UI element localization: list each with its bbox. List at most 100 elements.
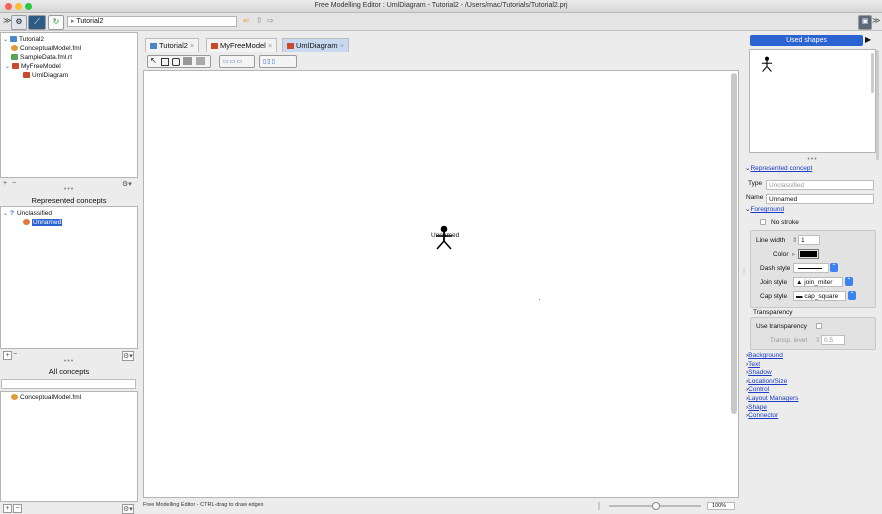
cap-style-field[interactable]: ▬ cap_square: [793, 291, 846, 301]
color-chevron-icon[interactable]: ▸: [792, 250, 795, 258]
tree-item-umldiagram[interactable]: UmlDiagram: [23, 71, 68, 80]
diagram-canvas[interactable]: Unnamed: [143, 70, 739, 498]
color-swatch[interactable]: [798, 249, 819, 259]
zoom-slider-thumb[interactable]: [652, 502, 660, 510]
section-link[interactable]: Connector: [748, 412, 778, 419]
join-style-dropdown[interactable]: ⌃: [845, 277, 853, 286]
transp-level-field[interactable]: 0.5: [821, 335, 845, 345]
section-link[interactable]: Location/Size: [748, 378, 787, 385]
model-icon: [11, 45, 18, 51]
used-shapes-header[interactable]: Used shapes: [750, 35, 863, 46]
up-arrow-icon[interactable]: ⇧: [256, 16, 263, 25]
undo-icon[interactable]: ⇐: [243, 16, 250, 25]
canvas-scrollbar[interactable]: [731, 73, 737, 414]
chevron-down-icon[interactable]: ⌄: [3, 36, 10, 45]
tab-umldiagram[interactable]: UmlDiagram ×: [282, 38, 350, 52]
chevron-down-icon[interactable]: ⌄: [5, 63, 12, 72]
chevron-down-icon[interactable]: ⌄: [3, 210, 10, 219]
section-link[interactable]: Shape: [748, 404, 767, 411]
resize-handle[interactable]: •••: [0, 358, 138, 365]
play-icon[interactable]: ▶: [865, 35, 871, 44]
section-link[interactable]: Text: [748, 361, 760, 368]
close-tab-icon[interactable]: ×: [190, 41, 194, 50]
all-concepts-item[interactable]: ConceptualModel.fml: [11, 393, 81, 402]
concept-group[interactable]: ⌄? Unclassified: [3, 209, 52, 218]
free-model-icon: [211, 43, 218, 49]
join-style-field[interactable]: ▲ join_miter: [793, 277, 843, 287]
forward-arrow-icon[interactable]: ⇨: [267, 16, 274, 25]
section-link[interactable]: Shadow: [748, 369, 772, 376]
transp-level-stepper[interactable]: ⇕: [815, 336, 820, 344]
zoom-field[interactable]: 100%: [707, 502, 735, 510]
section-background[interactable]: ›Background: [746, 352, 798, 361]
represented-concept-link[interactable]: Represented concept: [750, 165, 812, 172]
section-layout-managers[interactable]: ›Layout Managers: [746, 395, 798, 404]
add-icon[interactable]: +: [3, 504, 12, 513]
section-link[interactable]: Control: [748, 386, 769, 393]
section-link[interactable]: Background: [748, 352, 783, 359]
resize-handle[interactable]: •••: [749, 156, 876, 163]
tree-item-conceptual-model[interactable]: ConceptualModel.fml: [11, 44, 81, 53]
dash-style-field[interactable]: [793, 263, 829, 273]
close-tab-icon[interactable]: ×: [340, 41, 344, 50]
cap-style-dropdown[interactable]: ⌃: [848, 291, 856, 300]
no-stroke-checkbox[interactable]: [760, 219, 766, 225]
resize-handle[interactable]: •••: [0, 186, 138, 193]
represented-concepts-title: Represented concepts: [31, 196, 107, 205]
shape-tool-icon[interactable]: [183, 57, 192, 65]
tree-root[interactable]: ⌄ Tutorial2: [3, 35, 44, 44]
project-path-field[interactable]: ▸ Tutorial2: [67, 16, 237, 27]
line-width-field[interactable]: 1: [798, 235, 820, 245]
tab-myfreemodel[interactable]: MyFreeModel ×: [206, 38, 278, 52]
color-label: Color: [773, 251, 789, 258]
tree-item-sample-data[interactable]: SampleData.fml.rt: [11, 53, 72, 62]
tab-tutorial2[interactable]: Tutorial2 ×: [145, 38, 200, 52]
join-style-value: join_miter: [804, 279, 833, 286]
section-connector[interactable]: ›Connector: [746, 412, 798, 421]
settings-gear-icon[interactable]: ⚙: [11, 15, 27, 30]
tab-label: MyFreeModel: [220, 41, 266, 50]
layout-icon[interactable]: ▣: [858, 15, 872, 30]
image-tool-icon[interactable]: [196, 57, 205, 65]
type-field[interactable]: Unclassified: [766, 180, 874, 190]
status-text: Free Modelling Editor - CTRL-drag to dra…: [143, 502, 264, 508]
line-width-stepper[interactable]: ⇕: [792, 236, 797, 244]
actor-left-leg: [436, 240, 445, 250]
align-icon[interactable]: ▭▭▭: [223, 58, 243, 65]
section-text[interactable]: ›Text: [746, 361, 798, 370]
remove-icon[interactable]: −: [13, 351, 17, 358]
section-shape[interactable]: ›Shape: [746, 404, 798, 413]
section-location-size[interactable]: ›Location/Size: [746, 378, 798, 387]
inspector-scrollbar[interactable]: [876, 50, 879, 160]
represented-concept-section[interactable]: ⌄Represented concept: [745, 164, 812, 172]
select-tool-icon[interactable]: ↖: [150, 56, 157, 65]
used-shapes-scrollbar[interactable]: [871, 53, 874, 93]
rectangle-tool-icon[interactable]: [161, 58, 169, 66]
section-link[interactable]: Layout Managers: [748, 395, 798, 402]
diagram-mode-button[interactable]: ⟋: [28, 15, 46, 30]
name-field[interactable]: Unnamed: [766, 194, 874, 204]
foreground-link[interactable]: Foreground: [750, 206, 784, 213]
foreground-section[interactable]: ⌄Foreground: [745, 205, 784, 213]
chevron-right-icon[interactable]: ≫: [872, 16, 880, 25]
dash-style-dropdown[interactable]: ⌃: [830, 263, 838, 272]
model-icon: [11, 394, 18, 400]
close-tab-icon[interactable]: ×: [268, 41, 272, 50]
refresh-icon[interactable]: ↻: [48, 15, 64, 30]
section-control[interactable]: ›Control: [746, 386, 798, 395]
split-handle[interactable]: ⋮: [741, 70, 747, 498]
section-shadow[interactable]: ›Shadow: [746, 369, 798, 378]
zoom-slider[interactable]: [609, 502, 701, 510]
concepts-search-input[interactable]: [1, 379, 136, 389]
status-divider: [598, 502, 600, 510]
use-transparency-checkbox[interactable]: [816, 323, 822, 329]
distribute-icon[interactable]: ▯▯▯: [263, 58, 276, 65]
actor-label[interactable]: Unnamed: [431, 232, 459, 239]
actor-shape-icon[interactable]: [760, 56, 774, 73]
concept-item[interactable]: Unnamed: [23, 218, 63, 227]
tree-item-myfreemodel[interactable]: ⌄ MyFreeModel: [5, 62, 61, 71]
remove-icon[interactable]: −: [13, 504, 22, 513]
rounded-rect-tool-icon[interactable]: [172, 58, 180, 66]
cap-style-value: cap_square: [804, 293, 839, 300]
project-path-text: Tutorial2: [76, 18, 104, 25]
